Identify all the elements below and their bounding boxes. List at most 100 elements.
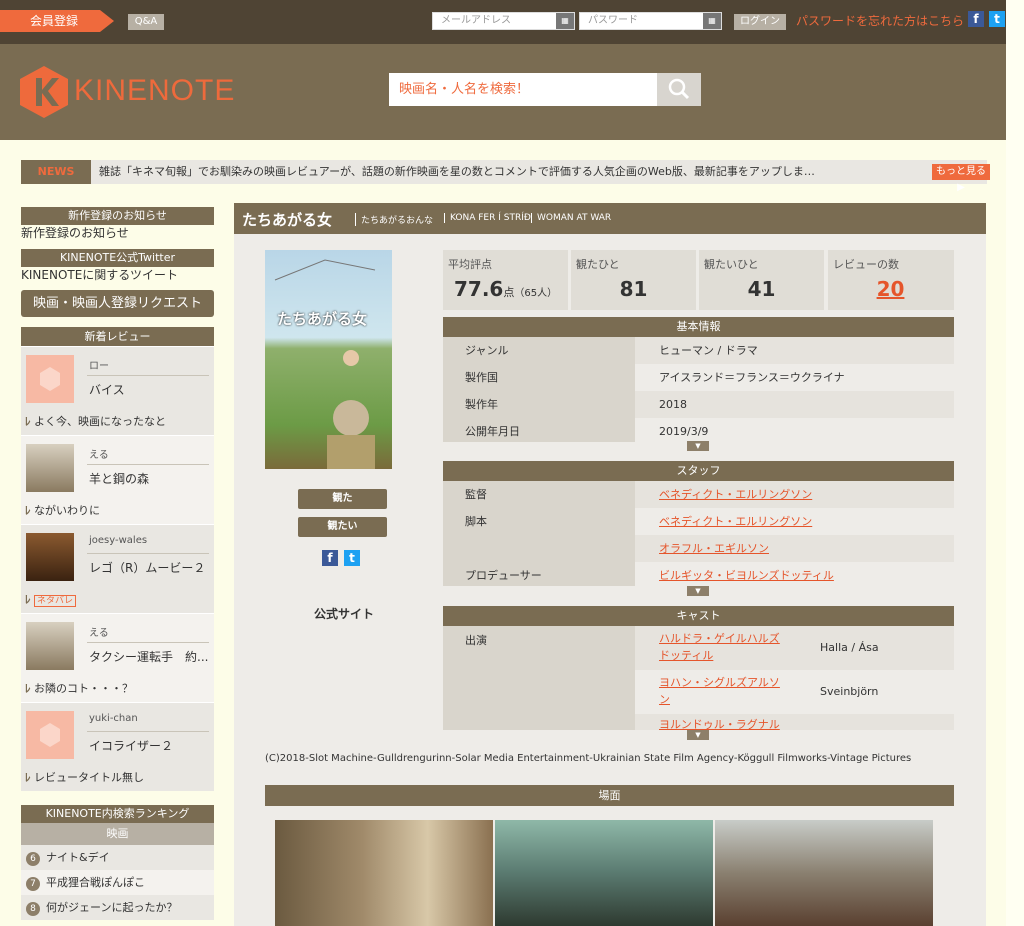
- twitter-link[interactable]: KINENOTEに関するツイート: [21, 267, 214, 283]
- facebook-share-icon[interactable]: f: [322, 550, 338, 566]
- rank-title: ナイト&デイ: [46, 851, 110, 864]
- expand-basic-icon[interactable]: ▼: [687, 441, 709, 451]
- keypad-icon: ▦: [556, 13, 574, 29]
- review-title-text: ながいわりに: [34, 504, 100, 517]
- watched-count-label: 観たひと: [576, 258, 620, 271]
- expand-staff-icon[interactable]: ▼: [687, 586, 709, 596]
- twitter-icon[interactable]: t: [989, 11, 1005, 27]
- rank-number: 6: [26, 852, 40, 866]
- info-value: 2019/3/9: [635, 418, 954, 442]
- top-bar: 会員登録 Q&A メールアドレス ▦ パスワード ▦ ログイン パスワードを忘れ…: [0, 0, 1024, 44]
- review-title[interactable]: ﾚ レビュータイトル無し: [25, 769, 144, 785]
- review-item[interactable]: ロー バイス ﾚ よく今、映画になったなと: [21, 346, 214, 435]
- kinenote-logo-icon[interactable]: [20, 66, 68, 118]
- movie-poster[interactable]: たちあがる女: [265, 250, 392, 469]
- watched-button[interactable]: 観た: [298, 489, 387, 509]
- twitter-share-icon[interactable]: t: [344, 550, 360, 566]
- cast-name-link[interactable]: ヨハン・シグルズアルソン: [635, 670, 790, 714]
- cast-name-link[interactable]: ハルドラ・ゲイルハルズドッティル: [635, 626, 790, 670]
- email-placeholder: メールアドレス: [441, 15, 511, 26]
- info-row: 製作年 2018: [443, 391, 954, 418]
- info-key: 製作年: [443, 391, 635, 418]
- more-label: もっと見る: [936, 166, 986, 177]
- staff-row: プロデューサー ビルギッタ・ビヨルンズドッティル: [443, 562, 954, 586]
- info-value: アイスランド＝フランス＝ウクライナ: [635, 364, 954, 391]
- search-input[interactable]: 映画名・人名を検索！: [389, 73, 657, 106]
- review-title[interactable]: ﾚ ネタバレ: [25, 591, 77, 607]
- staff-row: オラフル・エギルソン: [443, 535, 954, 562]
- staff-name-link[interactable]: オラフル・エギルソン: [635, 535, 954, 562]
- want-count-value: 41: [747, 277, 776, 301]
- cast-label: 出演: [443, 626, 635, 670]
- ranking-item[interactable]: 8 何がジェーンに起ったか？: [21, 895, 214, 920]
- cast-name-link[interactable]: ヨルンドゥル・ラグナルソ: [635, 714, 790, 730]
- email-field[interactable]: メールアドレス ▦: [432, 12, 575, 30]
- keypad-icon: ▦: [703, 13, 721, 29]
- ranking-item[interactable]: 6 ナイト&デイ: [21, 845, 214, 870]
- staff-row: 監督 ベネディクト・エルリングソン: [443, 481, 954, 508]
- review-movie[interactable]: レゴ（R）ムービー２: [89, 559, 205, 576]
- want-count: 観たいひと 41: [699, 250, 824, 310]
- twitter-header: KINENOTE公式Twitter: [21, 249, 214, 267]
- staff-role: プロデューサー: [443, 562, 635, 586]
- review-count-value[interactable]: 20: [828, 277, 953, 301]
- scene-image[interactable]: [715, 820, 933, 926]
- staff-role: 脚本: [443, 508, 635, 535]
- cast-row: 出演 ハルドラ・ゲイルハルズドッティル Halla / Ása: [443, 626, 954, 670]
- login-button[interactable]: ログイン: [734, 14, 786, 30]
- news-text[interactable]: 雑誌「キネマ旬報」でお馴染みの映画レビュアーが、話題の新作映画を星の数とコメント…: [99, 160, 815, 184]
- review-title-text: レビュータイトル無し: [34, 771, 144, 784]
- cast-role: [790, 714, 954, 730]
- scrollbar[interactable]: [1006, 0, 1024, 926]
- alt-title-original: KONA FER Í STRÍÐ: [444, 213, 531, 223]
- review-item[interactable]: える タクシー運転手 約... ﾚ お隣のコト・・・？: [21, 613, 214, 702]
- poster-title: たちあがる女: [277, 310, 368, 328]
- review-item[interactable]: える 羊と鋼の森 ﾚ ながいわりに: [21, 435, 214, 524]
- brand-name[interactable]: KINENOTE: [74, 74, 235, 108]
- review-user: yuki-chan: [89, 713, 138, 724]
- rank-number: 7: [26, 877, 40, 891]
- review-title[interactable]: ﾚ お隣のコト・・・？: [25, 680, 133, 696]
- review-movie[interactable]: イコライザー２: [89, 737, 173, 754]
- ranking-header: KINENOTE内検索ランキング: [21, 805, 214, 823]
- info-key: 製作国: [443, 364, 635, 391]
- rank-number: 8: [26, 902, 40, 916]
- ranking-tab-movies[interactable]: 映画: [21, 823, 214, 845]
- signup-button[interactable]: 会員登録: [0, 10, 114, 32]
- review-item[interactable]: yuki-chan イコライザー２ ﾚ レビュータイトル無し: [21, 702, 214, 791]
- staff-name-link[interactable]: ベネディクト・エルリングソン: [635, 481, 954, 508]
- scene-image[interactable]: [275, 820, 493, 926]
- review-movie[interactable]: タクシー運転手 約...: [89, 648, 208, 665]
- review-user: joesy-wales: [89, 535, 148, 546]
- rank-title: 平成狸合戦ぽんぽこ: [46, 876, 145, 889]
- new-works-link[interactable]: 新作登録のお知らせ: [21, 225, 214, 241]
- register-request-button[interactable]: 映画・映画人登録リクエスト: [21, 290, 214, 317]
- review-title[interactable]: ﾚ よく今、映画になったなと: [25, 413, 166, 429]
- search-button[interactable]: [657, 73, 701, 106]
- review-title-text: お隣のコト・・・？: [34, 682, 133, 695]
- info-key: 公開年月日: [443, 418, 635, 442]
- forgot-password-link[interactable]: パスワードを忘れた方はこちら: [796, 13, 964, 29]
- review-movie[interactable]: 羊と鋼の森: [89, 470, 149, 487]
- cast-role: Sveinbjörn: [790, 670, 954, 714]
- scene-image[interactable]: [495, 820, 713, 926]
- review-item[interactable]: joesy-wales レゴ（R）ムービー２ ﾚ ネタバレ: [21, 524, 214, 613]
- staff-header: スタッフ: [443, 461, 954, 481]
- site-header: KINENOTE 映画名・人名を検索！: [0, 44, 1006, 140]
- want-count-label: 観たいひと: [704, 258, 759, 271]
- ranking-item[interactable]: 7 平成狸合戦ぽんぽこ: [21, 870, 214, 895]
- review-title-text: よく今、映画になったなと: [34, 415, 166, 428]
- want-to-watch-button[interactable]: 観たい: [298, 517, 387, 537]
- review-title[interactable]: ﾚ ながいわりに: [25, 502, 100, 518]
- password-field[interactable]: パスワード ▦: [579, 12, 722, 30]
- expand-cast-icon[interactable]: ▼: [687, 730, 709, 740]
- staff-name-link[interactable]: ビルギッタ・ビヨルンズドッティル: [635, 562, 954, 586]
- staff-name-link[interactable]: ベネディクト・エルリングソン: [635, 508, 954, 535]
- facebook-icon[interactable]: f: [968, 11, 984, 27]
- avatar: [26, 533, 74, 581]
- cast-role: Halla / Ása: [790, 626, 954, 670]
- more-link[interactable]: もっと見る ▶: [932, 164, 990, 193]
- qa-button[interactable]: Q&A: [128, 14, 164, 30]
- review-movie[interactable]: バイス: [89, 381, 125, 398]
- official-site-link[interactable]: 公式サイト: [314, 605, 374, 622]
